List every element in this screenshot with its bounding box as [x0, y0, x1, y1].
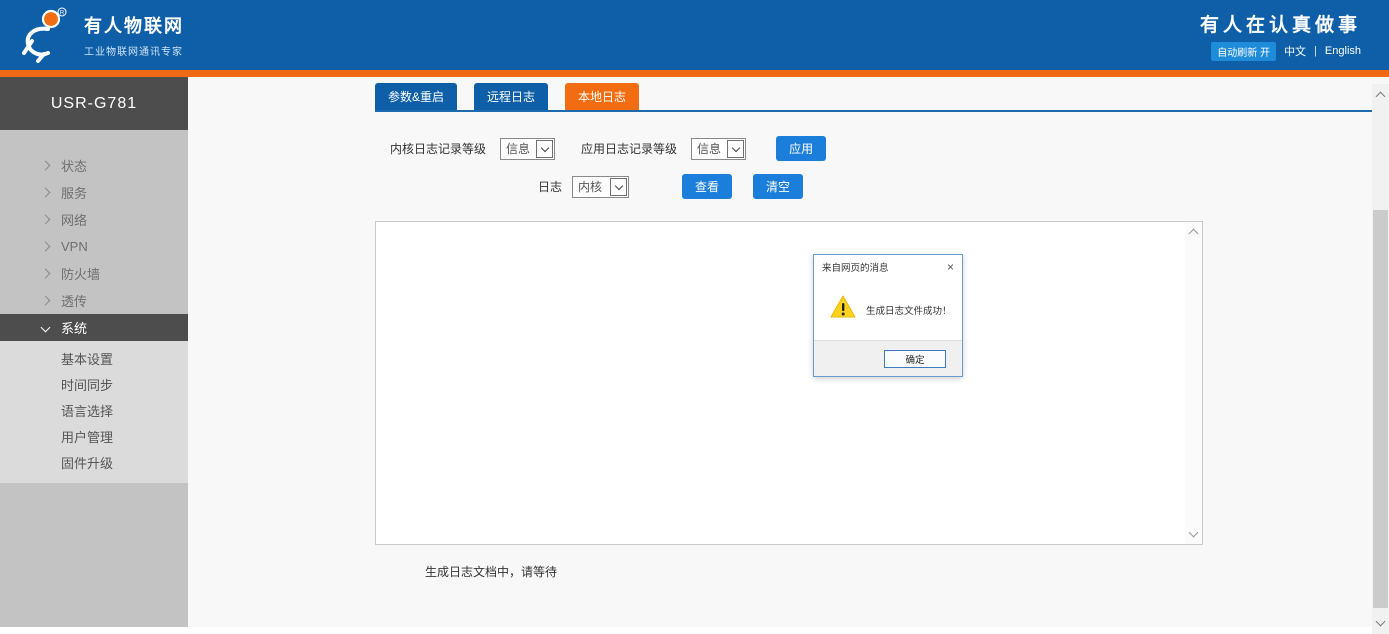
dialog-title-bar[interactable]: 来自网页的消息 ×	[814, 255, 962, 279]
log-scrollbar[interactable]	[1185, 222, 1202, 544]
sidebar-item-service[interactable]: 服务	[0, 179, 188, 206]
message-dialog: 来自网页的消息 × 生成日志文件成功！ 确定	[813, 254, 963, 377]
log-output-text	[382, 226, 1182, 540]
clear-button[interactable]: 清空	[753, 174, 803, 199]
app-level-label: 应用日志记录等级	[581, 140, 677, 157]
sidebar-item-status[interactable]: 状态	[0, 152, 188, 179]
dialog-title: 来自网页的消息	[822, 260, 889, 274]
chevron-right-icon	[41, 269, 51, 279]
tab-local-log[interactable]: 本地日志	[565, 83, 639, 110]
status-text: 生成日志文档中，请等待	[425, 563, 1389, 580]
log-level-row: 内核日志记录等级 信息 应用日志记录等级 信息 应用	[390, 136, 1389, 161]
tab-remote-log[interactable]: 远程日志	[474, 83, 548, 110]
svg-text:R: R	[60, 11, 65, 17]
kernel-level-label: 内核日志记录等级	[390, 140, 486, 157]
content-area: 参数&重启 远程日志 本地日志 内核日志记录等级 信息 应用日志记录等级 信息 …	[188, 77, 1389, 627]
tab-bar: 参数&重启 远程日志 本地日志	[375, 83, 1375, 112]
scroll-up-icon[interactable]	[1189, 229, 1199, 239]
brand-name: 有人物联网	[84, 12, 184, 38]
close-icon[interactable]: ×	[947, 261, 954, 273]
tab-params-restart[interactable]: 参数&重启	[375, 83, 457, 110]
sidebar-subitem-language[interactable]: 语言选择	[0, 399, 188, 425]
brand-logo-icon: R	[18, 7, 74, 63]
sidebar-item-firewall[interactable]: 防火墙	[0, 260, 188, 287]
app-header: R 有人物联网 工业物联网通讯专家 有人在认真做事 自动刷新 开 中文 | En…	[0, 0, 1389, 77]
scroll-down-icon[interactable]	[1189, 528, 1199, 538]
chevron-right-icon	[41, 296, 51, 306]
log-select[interactable]: 内核	[572, 176, 629, 198]
chevron-right-icon	[41, 188, 51, 198]
scrollbar-thumb[interactable]	[1373, 210, 1388, 608]
header-slogan: 有人在认真做事	[1200, 10, 1361, 37]
sidebar-menu: 状态 服务 网络 VPN 防火墙 透传 系统	[0, 130, 188, 341]
sidebar-subitem-basic-settings[interactable]: 基本设置	[0, 347, 188, 373]
sidebar-item-system[interactable]: 系统	[0, 314, 188, 341]
lang-chinese-link[interactable]: 中文	[1284, 43, 1306, 59]
scroll-down-icon[interactable]	[1376, 617, 1386, 627]
ok-button[interactable]: 确定	[884, 350, 946, 368]
log-select-row: 日志 内核 查看 清空	[538, 174, 1389, 199]
dialog-message: 生成日志文件成功！	[866, 303, 952, 317]
dropdown-arrow-icon	[727, 140, 744, 158]
sidebar-item-passthrough[interactable]: 透传	[0, 287, 188, 314]
chevron-right-icon	[41, 215, 51, 225]
sidebar-subitem-firmware-upgrade[interactable]: 固件升级	[0, 451, 188, 477]
lang-english-link[interactable]: English	[1325, 45, 1361, 57]
scroll-up-icon[interactable]	[1376, 92, 1386, 102]
sidebar-subitem-user-management[interactable]: 用户管理	[0, 425, 188, 451]
sidebar-submenu-system: 基本设置 时间同步 语言选择 用户管理 固件升级	[0, 341, 188, 483]
dropdown-arrow-icon	[610, 178, 627, 196]
sidebar-subitem-time-sync[interactable]: 时间同步	[0, 373, 188, 399]
lang-divider: |	[1314, 45, 1317, 57]
apply-button[interactable]: 应用	[776, 136, 826, 161]
sidebar-item-vpn[interactable]: VPN	[0, 233, 188, 260]
sidebar: USR-G781 状态 服务 网络 VPN 防火墙 透传	[0, 77, 188, 627]
chevron-down-icon	[41, 323, 51, 333]
chevron-right-icon	[41, 161, 51, 171]
log-output-area[interactable]	[375, 221, 1203, 545]
chevron-right-icon	[41, 242, 51, 252]
sidebar-item-network[interactable]: 网络	[0, 206, 188, 233]
dropdown-arrow-icon	[536, 140, 553, 158]
page-scrollbar[interactable]	[1372, 84, 1389, 634]
brand: R 有人物联网 工业物联网通讯专家	[18, 7, 184, 63]
log-label: 日志	[538, 178, 562, 195]
app-level-select[interactable]: 信息	[691, 138, 746, 160]
brand-tagline: 工业物联网通讯专家	[84, 43, 184, 58]
auto-refresh-toggle[interactable]: 自动刷新 开	[1211, 42, 1276, 61]
device-name: USR-G781	[0, 77, 188, 130]
warning-icon	[830, 295, 856, 324]
view-button[interactable]: 查看	[682, 174, 732, 199]
kernel-level-select[interactable]: 信息	[500, 138, 555, 160]
